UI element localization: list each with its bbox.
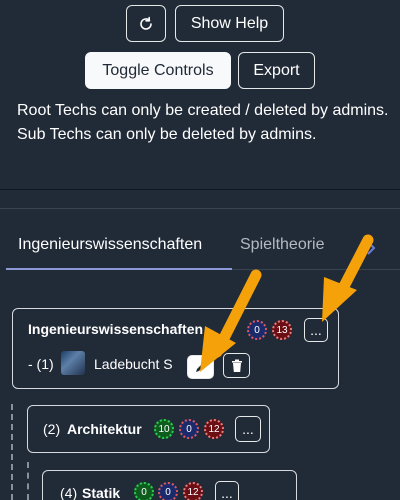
badge-count: 0 (247, 320, 267, 340)
tech-title: Ingenieurswissenschaften (28, 321, 204, 337)
badge-count: 13 (272, 320, 292, 340)
show-help-button[interactable]: Show Help (175, 5, 284, 42)
more-options-button[interactable]: ... (304, 318, 328, 342)
more-options-button[interactable]: ... (215, 481, 239, 500)
sub-tech-prefix: - (1) (28, 356, 54, 372)
section-divider (0, 208, 400, 209)
chevron-right-icon[interactable] (366, 240, 376, 256)
badge-count: 12 (183, 482, 203, 500)
tree-connector (11, 404, 13, 500)
tab-spieltheorie[interactable]: Spieltheorie (240, 230, 325, 268)
badge-count: 0 (158, 482, 178, 500)
export-button[interactable]: Export (238, 52, 315, 89)
tech-card-statik: (4) Statik 0 0 12 ... (42, 470, 297, 500)
tech-number: (2) (43, 421, 61, 437)
section-divider (0, 189, 400, 190)
tech-number: (4) (60, 485, 78, 500)
tech-card-architektur: (2) Architektur 10 0 12 ... (27, 405, 270, 453)
tech-thumbnail (61, 351, 85, 375)
active-tab-indicator (6, 268, 232, 270)
tab-ingenieurswissenschaften[interactable]: Ingenieurswissenschaften (18, 230, 202, 268)
tech-card-root: Ingenieurswissenschaften 0 13 ... - (1) … (12, 308, 339, 389)
more-options-button[interactable]: ... (235, 416, 261, 442)
tech-tabs: Ingenieurswissenschaften Spieltheorie (6, 230, 400, 270)
toggle-controls-button[interactable]: Toggle Controls (85, 52, 231, 89)
badge-count: 10 (154, 419, 174, 439)
badge-count: 0 (134, 482, 154, 500)
badge-count: 12 (204, 419, 224, 439)
admin-info-text: Root Techs can only be created / deleted… (17, 102, 389, 143)
edit-button[interactable] (187, 355, 214, 379)
refresh-icon (140, 16, 152, 30)
pencil-icon (195, 362, 206, 372)
trash-icon (231, 359, 242, 372)
tech-title: Statik (82, 485, 121, 500)
tree-connector (27, 462, 29, 500)
sub-tech-name: Ladebucht S (94, 356, 173, 372)
delete-button[interactable] (223, 353, 250, 378)
refresh-button[interactable] (126, 5, 166, 42)
badge-count: 0 (179, 419, 199, 439)
tech-title: Architektur (67, 421, 142, 437)
